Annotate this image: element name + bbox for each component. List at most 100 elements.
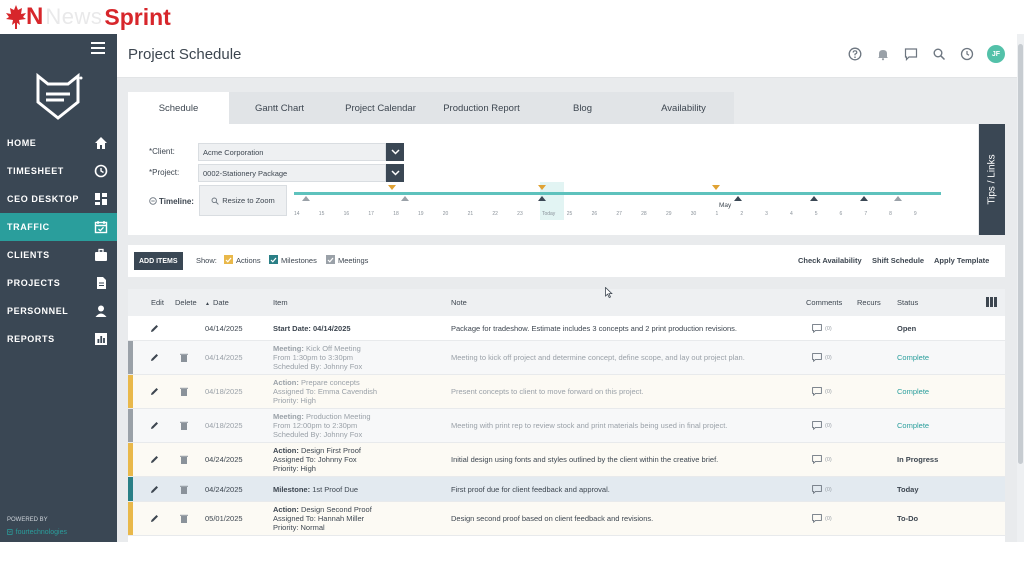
row-status: To-Do — [897, 514, 919, 523]
delete-trash-icon[interactable] — [179, 485, 188, 494]
comment-icon — [812, 387, 822, 396]
sidebar: HOME TIMESHEET CEO DESKTOP TRAFFIC CLIEN… — [0, 34, 117, 542]
app-root: N News Sprint HOME TIMESHEET CEO DESKTOP — [0, 0, 1024, 576]
sidebar-item-personnel[interactable]: PERSONNEL — [0, 297, 117, 325]
table-row[interactable]: 05/01/2025 Action: Design Second Proof A… — [128, 502, 1005, 536]
tab-blog[interactable]: Blog — [532, 92, 633, 124]
table-row[interactable]: 04/14/2025 Meeting: Kick Off Meeting Fro… — [128, 341, 1005, 375]
add-items-button[interactable]: ADD ITEMS — [134, 252, 183, 270]
delete-trash-icon[interactable] — [179, 421, 188, 430]
title-bar: Project Schedule JF — [117, 34, 1017, 78]
edit-pencil-icon[interactable] — [150, 455, 159, 464]
sidebar-item-projects[interactable]: PROJECTS — [0, 269, 117, 297]
row-comments[interactable]: (0) — [812, 485, 832, 494]
delete-trash-icon[interactable] — [179, 353, 188, 362]
action-marker[interactable] — [388, 185, 396, 190]
edit-pencil-icon[interactable] — [150, 514, 159, 523]
timeline-bar — [294, 192, 941, 195]
search-icon[interactable] — [931, 46, 947, 62]
row-note: Meeting to kick off project and determin… — [451, 353, 745, 362]
sidebar-item-clients[interactable]: CLIENTS — [0, 241, 117, 269]
milestone-marker[interactable] — [810, 196, 818, 201]
row-comments[interactable]: (0) — [812, 455, 832, 464]
columns-icon[interactable] — [986, 297, 997, 307]
sidebar-item-ceo-desktop[interactable]: CEO DESKTOP — [0, 185, 117, 213]
project-dropdown-button[interactable] — [386, 164, 404, 182]
timeline[interactable]: May 14 15 16 17 18 19 20 21 22 23 Today … — [294, 182, 941, 222]
table-row[interactable]: 04/24/2025 Milestone: 1st Proof Due Firs… — [128, 477, 1005, 502]
delete-trash-icon[interactable] — [179, 455, 188, 464]
row-item: Action: Design Second Proof Assigned To:… — [273, 505, 372, 532]
sidebar-item-home[interactable]: HOME — [0, 129, 117, 157]
table-row[interactable]: 04/18/2025 Meeting: Production Meeting F… — [128, 409, 1005, 443]
help-icon[interactable] — [847, 46, 863, 62]
client-dropdown-button[interactable] — [386, 143, 404, 161]
row-item-type: Meeting: — [273, 344, 304, 353]
actions-checkbox[interactable] — [224, 255, 233, 264]
bell-icon[interactable] — [875, 46, 891, 62]
milestone-marker[interactable] — [734, 196, 742, 201]
tips-links-tab[interactable]: Tips / Links — [979, 124, 1005, 235]
sidebar-item-timesheet[interactable]: TIMESHEET — [0, 157, 117, 185]
tab-gantt-chart[interactable]: Gantt Chart — [229, 92, 330, 124]
user-avatar[interactable]: JF — [987, 45, 1005, 63]
row-comments[interactable]: (0) — [812, 514, 832, 523]
tab-project-calendar[interactable]: Project Calendar — [330, 92, 431, 124]
shift-schedule-link[interactable]: Shift Schedule — [872, 256, 924, 265]
sidebar-item-traffic[interactable]: TRAFFIC — [0, 213, 117, 241]
row-item-detail: Scheduled By: Johnny Fox — [273, 430, 363, 439]
sidebar-item-reports[interactable]: REPORTS — [0, 325, 117, 353]
apply-template-link[interactable]: Apply Template — [934, 256, 989, 265]
milestone-marker[interactable] — [860, 196, 868, 201]
tab-availability[interactable]: Availability — [633, 92, 734, 124]
row-comments[interactable]: (0) — [812, 421, 832, 430]
chat-icon[interactable] — [903, 46, 919, 62]
row-item-detail: From 12:00pm to 2:30pm — [273, 421, 358, 430]
history-icon[interactable] — [959, 46, 975, 62]
row-status: Complete — [897, 353, 930, 362]
row-comments[interactable]: (0) — [812, 324, 832, 333]
row-date: 04/18/2025 — [205, 421, 243, 430]
person-icon — [94, 304, 108, 318]
scrollbar-thumb[interactable] — [1018, 44, 1023, 464]
collapse-timeline-icon[interactable] — [149, 197, 157, 205]
tab-production-report[interactable]: Production Report — [431, 92, 532, 124]
project-select[interactable]: 0002-Stationery Package — [198, 164, 386, 182]
edit-pencil-icon[interactable] — [150, 421, 159, 430]
page-scrollbar[interactable] — [1017, 34, 1024, 542]
tick-label: 8 — [889, 211, 892, 217]
sidebar-item-label: PROJECTS — [7, 278, 61, 288]
action-marker[interactable] — [712, 185, 720, 190]
milestone-marker[interactable] — [538, 196, 546, 201]
meeting-marker[interactable] — [894, 196, 902, 201]
row-comments[interactable]: (0) — [812, 353, 832, 362]
tab-schedule[interactable]: Schedule — [128, 92, 229, 124]
col-date-sort[interactable]: ▲ Date — [205, 298, 229, 307]
delete-trash-icon[interactable] — [179, 387, 188, 396]
resize-to-zoom-handle[interactable]: Resize to Zoom — [199, 185, 287, 216]
edit-pencil-icon[interactable] — [150, 324, 159, 333]
row-date: 04/24/2025 — [205, 485, 243, 494]
edit-pencil-icon[interactable] — [150, 485, 159, 494]
row-item-type: Meeting: — [273, 412, 304, 421]
action-marker[interactable] — [538, 185, 546, 190]
meeting-marker[interactable] — [401, 196, 409, 201]
hamburger-menu-icon[interactable] — [91, 42, 105, 54]
delete-trash-icon[interactable] — [179, 514, 188, 523]
table-row[interactable]: 04/14/2025 Start Date: 04/14/2025 Packag… — [128, 316, 1005, 341]
col-recurs: Recurs — [857, 298, 881, 307]
meeting-marker[interactable] — [302, 196, 310, 201]
row-comments[interactable]: (0) — [812, 387, 832, 396]
table-row[interactable]: 04/24/2025 Action: Design First Proof As… — [128, 443, 1005, 477]
row-item-type: Action: — [273, 505, 299, 514]
meetings-checkbox[interactable] — [326, 255, 335, 264]
milestones-checkbox[interactable] — [269, 255, 278, 264]
row-status: Open — [897, 324, 917, 333]
check-availability-link[interactable]: Check Availability — [798, 256, 862, 265]
client-select[interactable]: Acme Corporation — [198, 143, 386, 161]
edit-pencil-icon[interactable] — [150, 387, 159, 396]
table-row[interactable]: 04/18/2025 Action: Prepare concepts Assi… — [128, 375, 1005, 409]
row-status: Complete — [897, 421, 930, 430]
edit-pencil-icon[interactable] — [150, 353, 159, 362]
row-type-stripe — [128, 477, 133, 501]
